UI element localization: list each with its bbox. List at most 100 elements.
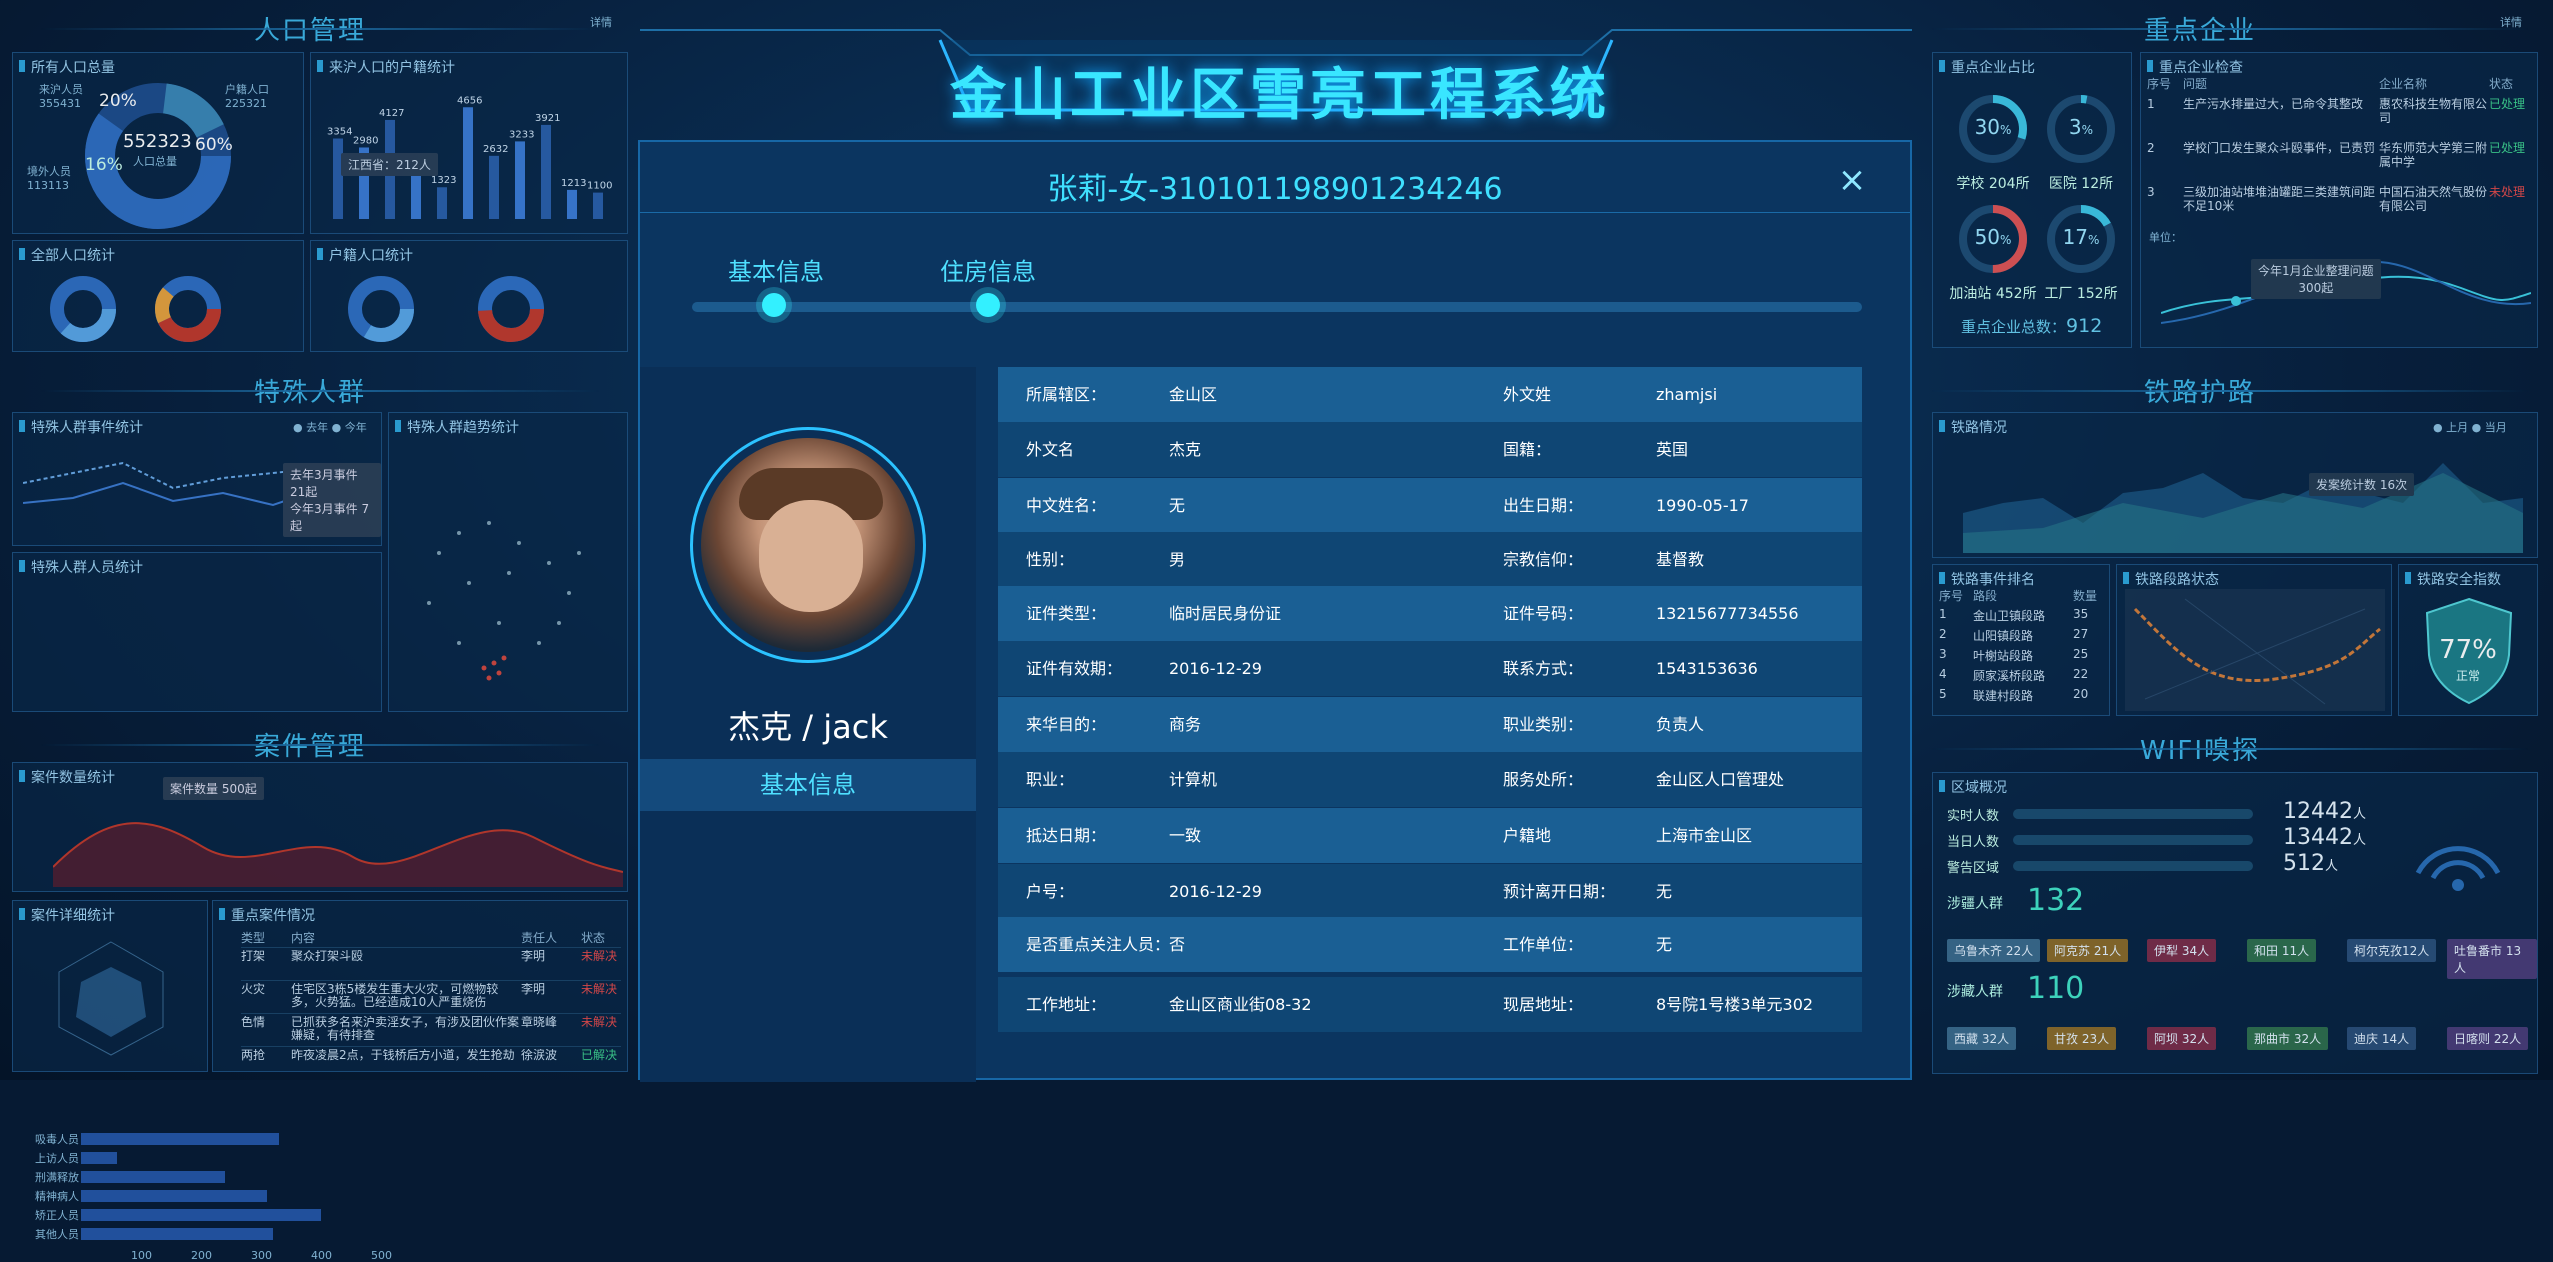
tab-dot-housing[interactable] [976,293,1000,317]
table-row[interactable]: 打架 聚众打架斗殴 李明 未解决 [241,947,621,980]
wifi-signal-icon [2415,846,2501,891]
population-total-panel: 所有人口总量 552323 人口总量 20% 60% 16% 来沪人员 35543… [12,52,304,234]
table-cell: 打架 [241,950,266,963]
table-row[interactable]: 火灾 住宅区3栋5楼发生重大火灾，可燃物较多，火势猛。已经造成10人严重烧伤 李明 未… [241,980,621,1013]
tab-dot-basic[interactable] [762,293,786,317]
region-tag[interactable]: 和田 11人 [2247,939,2317,962]
region-tag[interactable]: 迪庆 14人 [2347,1027,2417,1050]
region-tag[interactable]: 西藏 32人 [1947,1027,2017,1050]
table-cell: 山阳镇段路 [1973,629,2034,643]
key-cases-table: 类型 内容 责任人 状态 打架 聚众打架斗殴 李明 未解决 火灾 住宅区3栋5楼发生重大火灾，可燃… [241,929,621,1079]
safety-index-value: 77% [2439,635,2497,665]
axis-tick: 200 [191,1249,212,1262]
table-row[interactable]: 色情 已抓获多名来沪卖淫女子，有涉及团伙作案嫌疑，有待排查 章晓峰 未解决 [241,1013,621,1046]
xinjiang-value: 132 [2027,883,2085,918]
table-row[interactable]: 3 三级加油站堆堆油罐距三类建筑间距不足10米 中国石油天然气股份有限公司 未处理 [2147,181,2535,225]
info-field-value: zhamjsi [1656,385,1718,404]
sidebar-tab-basic-info[interactable]: 基本信息 [640,759,976,811]
info-row: 工作地址： 金山区商业街08-32 现居地址： 8号院1号楼3单元302 [998,977,1862,1032]
info-row: 证件类型： 临时居民身份证 证件号码： 13215677734556 [998,586,1862,641]
registered-population-donuts [348,276,544,342]
column-header: 序号 [2147,77,2172,91]
special-stats-panel: 特殊人群人员统计 吸毒人员 上访人员 刑满释放 精神病人 矫正人员 其他人员 100 200 3… [12,552,392,1262]
origin-bar-label: 3921 [535,113,560,124]
info-field-value: 金山区人口管理处 [1656,770,1785,789]
table-cell: 2 [2147,141,2155,155]
ring-percent: 3% [2068,115,2094,139]
table-row[interactable]: 3 叶榭站段路 25 [1939,647,2107,667]
tab-housing-info[interactable]: 住房信息 [940,252,1036,287]
column-header: 企业名称 [2379,77,2428,91]
chart-tooltip: 案件数量 500起 [163,777,264,800]
origin-bar-label: 3233 [509,129,534,140]
table-row[interactable]: 2 学校门口发生聚众斗殴事件，已责罚 华东师范大学第三附属中学 已处理 [2147,137,2535,181]
ring-label: 工厂 152所 [2044,286,2118,302]
info-field-label: 职业类别： [1503,715,1584,734]
wifi-stat-label: 实时人数 [1947,809,2000,824]
info-field-value: 一致 [1169,826,1202,845]
region-tag[interactable]: 吐鲁番市 13人 [2447,939,2537,979]
table-cell: 联建村段路 [1973,689,2034,703]
region-tag[interactable]: 甘孜 23人 [2047,1027,2117,1050]
column-header: 问题 [2183,77,2208,91]
info-field-label: 证件类型： [1026,604,1107,623]
region-tag[interactable]: 柯尔克孜12人 [2347,939,2437,962]
info-field-label: 户籍地 [1503,826,1552,845]
panel-title: 铁路情况 [1937,417,2007,437]
origin-bar [463,107,473,219]
table-cell: 已处理 [2489,141,2526,155]
table-cell: 22 [2073,667,2089,681]
table-row[interactable]: 1 金山卫镇段路 35 [1939,607,2107,627]
table-cell: 已解决 [581,1049,618,1062]
region-tag[interactable]: 那曲市 32人 [2247,1027,2329,1050]
divider [40,390,600,392]
panel-title: 铁路事件排名 [1937,569,2035,589]
panel-title: 来沪人口的户籍统计 [315,57,455,77]
table-row[interactable]: 2 山阳镇段路 27 [1939,627,2107,647]
table-row[interactable]: 4 顾家溪桥段路 22 [1939,667,2107,687]
table-row[interactable]: 1 生产污水排量过大，已命令其整改 惠农科技生物有限公司 已处理 [2147,93,2535,137]
panel-title: 案件数量统计 [17,767,115,787]
panel-title: 全部人口统计 [17,245,115,265]
info-row: 抵达日期： 一致 户籍地 上海市金山区 [998,808,1862,863]
tab-basic-info[interactable]: 基本信息 [728,252,824,287]
table-row[interactable]: 两抢 昨夜凌晨2点，于钱桥后方小道，发生抢劫 徐涙波 已解决 [241,1046,621,1079]
region-tag[interactable]: 伊犁 34人 [2147,939,2217,962]
table-cell: 3 [2147,185,2155,199]
info-field-label: 宗教信仰： [1503,550,1584,569]
close-icon[interactable]: × [1834,162,1870,198]
tibet-label: 涉藏人群 [1947,984,2003,1000]
xinjiang-label: 涉疆人群 [1947,896,2003,912]
origin-bar [411,174,421,219]
special-stat-bar [81,1209,321,1221]
railway-status-panel: 铁路情况 ● 上月 ● 当月 发案统计数 16次 [1932,412,2538,558]
region-tag[interactable]: 阿克苏 21人 [2047,939,2129,962]
info-field-value: 上海市金山区 [1656,826,1753,845]
panel-title: 特殊人群人员统计 [17,557,143,577]
region-tag[interactable]: 乌鲁木齐 22人 [1947,939,2041,962]
population-detail-link[interactable]: 详情 [590,14,612,30]
avatar [701,438,915,652]
region-tag[interactable]: 日喀则 22人 [2447,1027,2529,1050]
column-header: 路段 [1973,589,1998,603]
key-cases-panel: 重点案件情况 类型 内容 责任人 状态 打架 聚众打架斗殴 李明 未解决 火灾 住宅区3栋5楼发生… [212,900,628,1072]
key-enterprise-detail-link[interactable]: 详情 [2500,14,2522,30]
origin-bar [437,187,447,219]
divider [1930,28,2530,30]
info-field-value: 临时居民身份证 [1169,604,1282,623]
panel-title: 所有人口总量 [17,57,115,77]
wifi-stat-value: 12442人 [2283,799,2367,824]
column-header: 状态 [2489,77,2514,91]
chart-tooltip: 今年1月企业整理问题 300起 [2251,259,2381,299]
special-events-panel: 特殊人群事件统计 ● 去年 ● 今年 去年3月事件 21起 今年3月事件 7起 [12,412,382,546]
table-cell: 27 [2073,627,2089,641]
railway-rank-table: 序号 路段 数量 1 金山卫镇段路 35 2 山阳镇段路 27 3 叶榭站段路 25 4 顾家溪桥段路 22… [1939,587,2107,707]
railway-map [2125,589,2385,711]
table-row[interactable]: 5 联建村段路 20 [1939,687,2107,707]
region-tag[interactable]: 阿坝 32人 [2147,1027,2217,1050]
table-cell: 生产污水排量过大，已命令其整改 [2183,97,2364,111]
origin-bar [593,192,603,219]
origin-bar [489,155,499,219]
enterprise-check-table: 序号 问题 企业名称 状态 1 生产污水排量过大，已命令其整改 惠农科技生物有限公司 已处理 2… [2147,75,2535,225]
panel-title: 特殊人群事件统计 [17,417,143,437]
